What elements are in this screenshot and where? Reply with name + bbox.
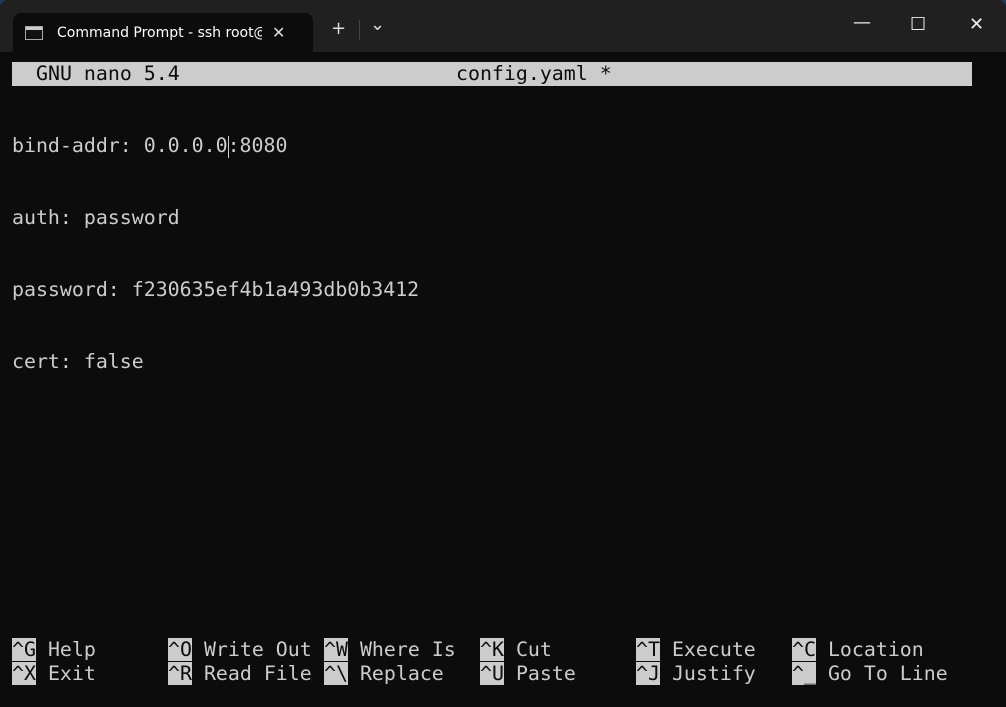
tab-title: Command Prompt - ssh root@ bbox=[57, 24, 262, 41]
nano-header: GNU nano 5.4 config.yaml * bbox=[12, 62, 972, 86]
shortcut-help[interactable]: ^G Help bbox=[12, 638, 168, 662]
shortcut-location[interactable]: ^C Location bbox=[792, 638, 948, 662]
shortcut-write-out[interactable]: ^O Write Out bbox=[168, 638, 324, 662]
shortcut-read-file[interactable]: ^R Read File bbox=[168, 662, 324, 686]
editor-line: password: f230635ef4b1a493db0b3412 bbox=[12, 278, 420, 301]
close-tab-icon[interactable]: ✕ bbox=[272, 23, 285, 42]
editor-line: bind-addr: 0.0.0.0:8080 bbox=[12, 134, 419, 158]
shortcut-cut[interactable]: ^K Cut bbox=[480, 638, 636, 662]
line-text: bind-addr: 0.0.0.0 bbox=[12, 134, 228, 157]
minimize-button[interactable]: — bbox=[853, 12, 871, 33]
nano-version: GNU nano 5.4 bbox=[36, 62, 180, 85]
shortcut-where-is[interactable]: ^W Where Is bbox=[324, 638, 480, 662]
terminal-icon bbox=[25, 25, 43, 40]
shortcut-execute[interactable]: ^T Execute bbox=[636, 638, 792, 662]
title-bar: Command Prompt - ssh root@ ✕ + ⌄ — ☐ ✕ bbox=[0, 0, 1006, 52]
file-name: config.yaml * bbox=[456, 62, 612, 85]
divider bbox=[359, 20, 360, 40]
editor-content[interactable]: bind-addr: 0.0.0.0:8080 auth: password p… bbox=[12, 86, 419, 422]
editor-line: auth: password bbox=[12, 206, 180, 229]
terminal-window: Command Prompt - ssh root@ ✕ + ⌄ — ☐ ✕ G… bbox=[0, 0, 1006, 707]
tab-command-prompt[interactable]: Command Prompt - ssh root@ ✕ bbox=[13, 13, 313, 52]
line-text: :8080 bbox=[227, 134, 288, 157]
shortcut-justify[interactable]: ^J Justify bbox=[636, 662, 792, 686]
maximize-button[interactable]: ☐ bbox=[910, 14, 926, 35]
close-window-button[interactable]: ✕ bbox=[969, 14, 984, 35]
shortcut-exit[interactable]: ^X Exit bbox=[12, 662, 168, 686]
shortcut-replace[interactable]: ^\ Replace bbox=[324, 662, 480, 686]
chevron-down-icon[interactable]: ⌄ bbox=[370, 14, 385, 35]
shortcut-paste[interactable]: ^U Paste bbox=[480, 662, 636, 686]
editor-line: cert: false bbox=[12, 350, 144, 373]
new-tab-button[interactable]: + bbox=[331, 18, 346, 39]
shortcut-go-to-line[interactable]: ^_ Go To Line bbox=[792, 662, 948, 686]
